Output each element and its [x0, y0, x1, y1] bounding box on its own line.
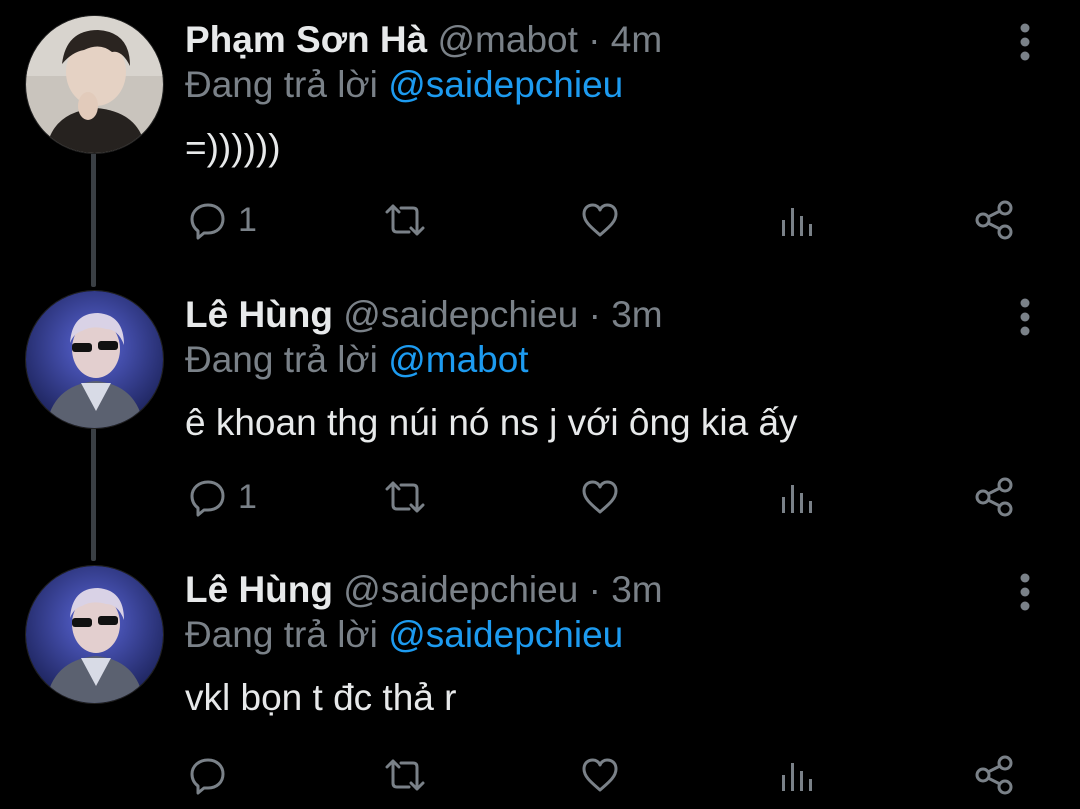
like-button[interactable] [580, 195, 620, 245]
share-button[interactable] [974, 750, 1016, 800]
analytics-button[interactable] [779, 472, 815, 522]
action-bar [0, 750, 1080, 800]
reply-icon [190, 480, 225, 517]
retweet-icon [385, 481, 425, 513]
analytics-button[interactable] [779, 195, 815, 245]
share-icon [975, 477, 1013, 517]
tweet[interactable]: Lê Hùng @saidepchieu · 3m Đang trả lời @… [0, 290, 1080, 550]
timestamp[interactable]: 3m [611, 294, 662, 335]
avatar[interactable] [25, 290, 164, 429]
avatar-image [26, 16, 163, 153]
retweet-button[interactable] [383, 750, 427, 800]
replying-to: Đang trả lời @saidepchieu [185, 60, 623, 110]
tweet-header: Lê Hùng @saidepchieu · 3m [185, 565, 663, 615]
action-bar: 1 [0, 195, 1080, 245]
separator: · [588, 569, 601, 610]
share-icon [975, 755, 1013, 795]
replying-label: Đang trả lời [185, 64, 378, 105]
replying-to: Đang trả lời @mabot [185, 335, 529, 385]
retweet-button[interactable] [383, 472, 427, 522]
reply-count: 1 [238, 200, 257, 239]
analytics-icon [782, 208, 812, 236]
retweet-icon [385, 204, 425, 236]
tweet-text: =)))))) [185, 127, 281, 168]
mention-link[interactable]: @saidepchieu [388, 64, 623, 105]
reply-button[interactable]: 1 [188, 472, 257, 522]
reply-icon [190, 203, 225, 240]
display-name[interactable]: Phạm Sơn Hà [185, 19, 427, 60]
mention-link[interactable]: @saidepchieu [388, 614, 623, 655]
replying-to: Đang trả lời @saidepchieu [185, 610, 623, 660]
more-icon[interactable] [1010, 295, 1040, 339]
tweet-header: Phạm Sơn Hà @mabot · 4m [185, 15, 662, 65]
share-button[interactable] [974, 472, 1016, 522]
avatar-image [26, 566, 163, 703]
retweet-icon [385, 759, 425, 791]
avatar-image [26, 291, 163, 428]
share-button[interactable] [974, 195, 1016, 245]
timestamp[interactable]: 4m [611, 19, 662, 60]
tweet[interactable]: Lê Hùng @saidepchieu · 3m Đang trả lời @… [0, 565, 1080, 809]
reply-icon [190, 758, 225, 795]
tweet[interactable]: Phạm Sơn Hà @mabot · 4m Đang trả lời @sa… [0, 15, 1080, 275]
analytics-button[interactable] [779, 750, 815, 800]
user-handle[interactable]: @saidepchieu [343, 294, 578, 335]
separator: · [588, 294, 601, 335]
analytics-icon [782, 763, 812, 791]
like-icon [582, 758, 618, 792]
display-name[interactable]: Lê Hùng [185, 569, 333, 610]
mention-link[interactable]: @mabot [388, 339, 528, 380]
avatar[interactable] [25, 565, 164, 704]
user-handle[interactable]: @mabot [437, 19, 577, 60]
reply-count: 1 [238, 477, 257, 516]
analytics-icon [782, 485, 812, 513]
more-icon[interactable] [1010, 20, 1040, 64]
more-icon[interactable] [1010, 570, 1040, 614]
avatar[interactable] [25, 15, 164, 154]
action-bar: 1 [0, 472, 1080, 522]
tweet-text: vkl bọn t đc thả r [185, 677, 457, 718]
tweet-text: ê khoan thg núi nó ns j với ông kia ấy [185, 402, 798, 443]
reply-button[interactable]: 1 [188, 195, 257, 245]
replying-label: Đang trả lời [185, 614, 378, 655]
like-icon [582, 480, 618, 514]
display-name[interactable]: Lê Hùng [185, 294, 333, 335]
user-handle[interactable]: @saidepchieu [343, 569, 578, 610]
replying-label: Đang trả lời [185, 339, 378, 380]
like-button[interactable] [580, 472, 620, 522]
reply-button[interactable] [188, 750, 238, 800]
retweet-button[interactable] [383, 195, 427, 245]
like-icon [582, 203, 618, 237]
timestamp[interactable]: 3m [611, 569, 662, 610]
separator: · [588, 19, 601, 60]
tweet-header: Lê Hùng @saidepchieu · 3m [185, 290, 663, 340]
share-icon [975, 200, 1013, 240]
like-button[interactable] [580, 750, 620, 800]
